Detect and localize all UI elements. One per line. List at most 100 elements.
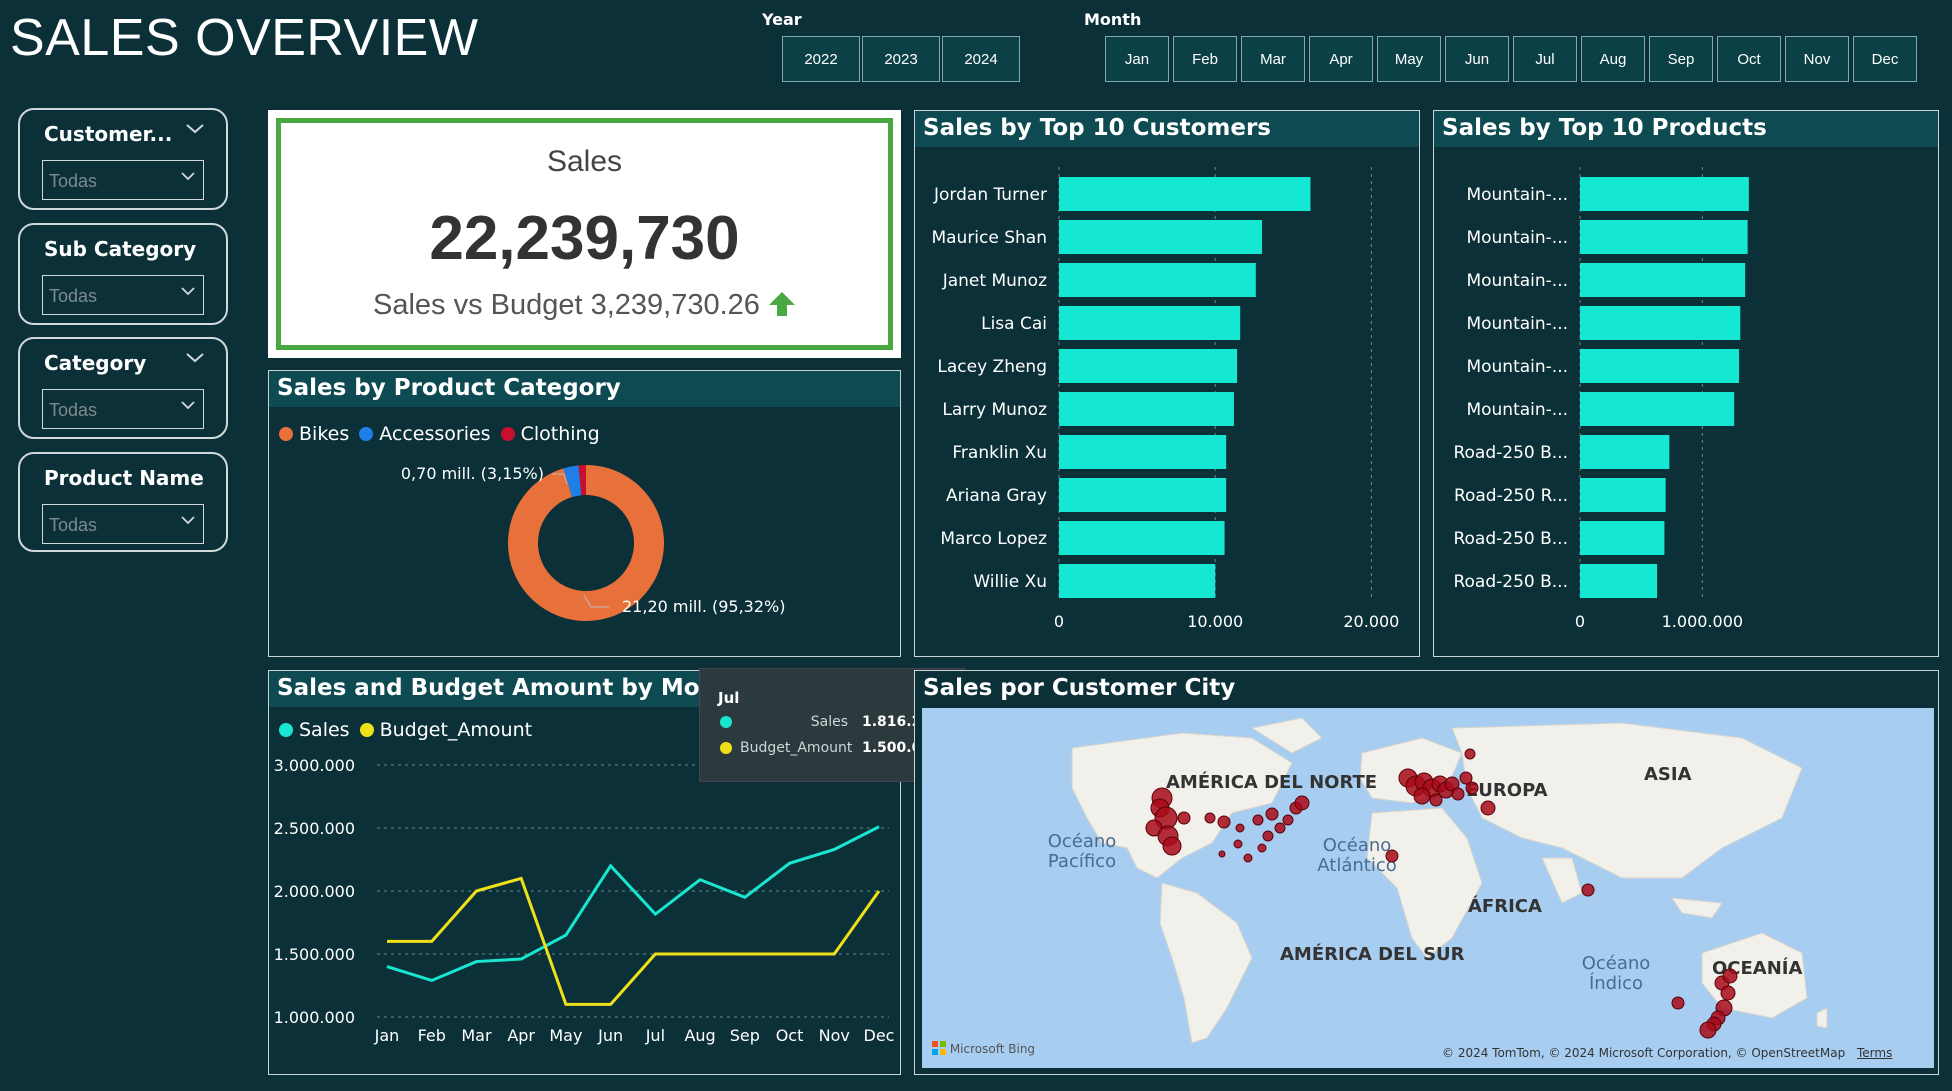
bar[interactable] — [1059, 306, 1241, 340]
bar[interactable] — [1580, 220, 1748, 254]
month-option-jul[interactable]: Jul — [1513, 36, 1577, 82]
city-bubble[interactable] — [1294, 795, 1310, 811]
city-bubble[interactable] — [1252, 814, 1264, 826]
bar[interactable] — [1059, 435, 1227, 469]
city-bubble[interactable] — [1233, 839, 1243, 849]
legend-accessories: Accessories — [379, 423, 491, 445]
city-bubble[interactable] — [1257, 843, 1267, 853]
month-option-aug[interactable]: Aug — [1581, 36, 1645, 82]
filter-dropdown[interactable]: Todas — [42, 504, 204, 544]
bar[interactable] — [1580, 564, 1658, 598]
month-option-sep[interactable]: Sep — [1649, 36, 1713, 82]
city-bubble[interactable] — [1235, 823, 1245, 833]
year-option-2024[interactable]: 2024 — [942, 36, 1020, 82]
series-line-sales[interactable] — [386, 825, 880, 983]
city-bubble[interactable] — [1385, 849, 1399, 863]
filter-category: Category Todas — [18, 337, 228, 439]
month-option-jun[interactable]: Jun — [1445, 36, 1509, 82]
category-label: Road-250 B... — [1453, 529, 1568, 549]
bar[interactable] — [1580, 478, 1666, 512]
bar[interactable] — [1580, 392, 1735, 426]
city-bubble[interactable] — [1671, 996, 1685, 1010]
bar[interactable] — [1059, 220, 1263, 254]
customers-panel[interactable]: Sales by Top 10 Customers 0 10.000 20.000 J… — [914, 110, 1420, 657]
month-option-oct[interactable]: Oct — [1717, 36, 1781, 82]
bar[interactable] — [1059, 349, 1238, 383]
bar[interactable] — [1059, 177, 1311, 211]
month-option-may[interactable]: May — [1377, 36, 1441, 82]
products-panel[interactable]: Sales by Top 10 Products 0 1.000.000 Mount… — [1433, 110, 1939, 657]
city-bubble[interactable] — [1218, 850, 1226, 858]
category-panel[interactable]: Sales by Product Category Bikes Accessor… — [268, 370, 901, 657]
bar[interactable] — [1580, 263, 1746, 297]
city-bubble[interactable] — [1243, 853, 1253, 863]
kpi-sub-text: Sales vs Budget 3,239,730.26 — [372, 289, 760, 321]
bar[interactable] — [1059, 521, 1225, 555]
arrow-up-icon — [769, 292, 796, 316]
city-bubble[interactable] — [1722, 968, 1738, 984]
filter-dropdown[interactable]: Todas — [42, 160, 204, 200]
city-bubbles[interactable] — [922, 708, 1934, 1068]
bar[interactable] — [1580, 177, 1749, 211]
city-bubble[interactable] — [1464, 748, 1476, 760]
bar[interactable] — [1059, 564, 1216, 598]
filter-dropdown[interactable]: Todas — [42, 389, 204, 429]
month-option-nov[interactable]: Nov — [1785, 36, 1849, 82]
bar[interactable] — [1580, 349, 1740, 383]
month-option-apr[interactable]: Apr — [1309, 36, 1373, 82]
city-bubble[interactable] — [1177, 811, 1191, 825]
category-label: Lacey Zheng — [937, 357, 1047, 377]
category-label: Lisa Cai — [981, 314, 1047, 334]
chevron-down-icon[interactable] — [186, 124, 204, 134]
world-map[interactable]: AMÉRICA DEL NORTE EUROPA ASIA ÁFRICA AMÉ… — [922, 708, 1934, 1068]
x-tick-label: 20.000 — [1343, 612, 1399, 631]
city-bubble[interactable] — [1282, 814, 1294, 826]
bar[interactable] — [1059, 478, 1227, 512]
chevron-down-icon[interactable] — [186, 353, 204, 363]
city-bubble[interactable] — [1480, 800, 1496, 816]
bar[interactable] — [1580, 435, 1670, 469]
filter-dropdown[interactable]: Todas — [42, 275, 204, 315]
city-bubble[interactable] — [1162, 836, 1182, 856]
filter-product-name: Product Name Todas — [18, 452, 228, 552]
city-bubble[interactable] — [1204, 812, 1216, 824]
month-option-dec[interactable]: Dec — [1853, 36, 1917, 82]
microsoft-logo-icon — [932, 1041, 946, 1055]
city-bubble[interactable] — [1274, 822, 1286, 834]
chevron-down-icon — [181, 516, 195, 525]
filter-value: Todas — [49, 171, 98, 191]
bar[interactable] — [1580, 521, 1665, 555]
category-label: Mountain-... — [1466, 271, 1568, 291]
city-bubble[interactable] — [1429, 793, 1443, 807]
panel-title: Sales by Product Category — [269, 371, 900, 407]
bing-label: Microsoft Bing — [949, 1042, 1036, 1056]
filter-customer: Customer... Todas — [18, 108, 228, 210]
kpi-card[interactable]: Sales 22,239,730 Sales vs Budget 3,239,7… — [268, 110, 901, 358]
legend-dot-clothing — [500, 427, 515, 441]
category-label: Larry Munoz — [942, 400, 1047, 420]
map-terms-link[interactable]: Terms — [1857, 1046, 1892, 1060]
city-bubble[interactable] — [1217, 815, 1231, 829]
year-option-2022[interactable]: 2022 — [782, 36, 860, 82]
bar[interactable] — [1059, 392, 1234, 426]
series-line-budget_amount[interactable] — [387, 876, 881, 1006]
year-option-2023[interactable]: 2023 — [862, 36, 940, 82]
month-option-jan[interactable]: Jan — [1105, 36, 1169, 82]
city-bubble[interactable] — [1451, 787, 1465, 801]
donut-chart[interactable]: 0,70 mill. (3,15%) 21,20 mill. (95,32%) — [269, 451, 902, 656]
month-option-feb[interactable]: Feb — [1173, 36, 1237, 82]
city-bubble[interactable] — [1465, 781, 1479, 795]
city-bubble[interactable] — [1262, 830, 1274, 842]
city-bubble[interactable] — [1699, 1021, 1717, 1039]
city-bubble[interactable] — [1581, 883, 1595, 897]
kpi-value: 22,239,730 — [429, 204, 740, 273]
products-bar-chart[interactable]: 0 1.000.000 Mountain-... Mountain-... Mounta… — [1434, 147, 1940, 657]
city-bubble[interactable] — [1720, 985, 1736, 1001]
y-tick-label: 1.000.000 — [274, 1008, 355, 1027]
city-bubble[interactable] — [1265, 807, 1279, 821]
bar[interactable] — [1059, 263, 1256, 297]
city-bubble[interactable] — [1413, 787, 1431, 805]
bar[interactable] — [1580, 306, 1741, 340]
month-option-mar[interactable]: Mar — [1241, 36, 1305, 82]
customers-bar-chart[interactable]: 0 10.000 20.000 Jordan Turner Maurice Shan Ja… — [915, 147, 1421, 657]
